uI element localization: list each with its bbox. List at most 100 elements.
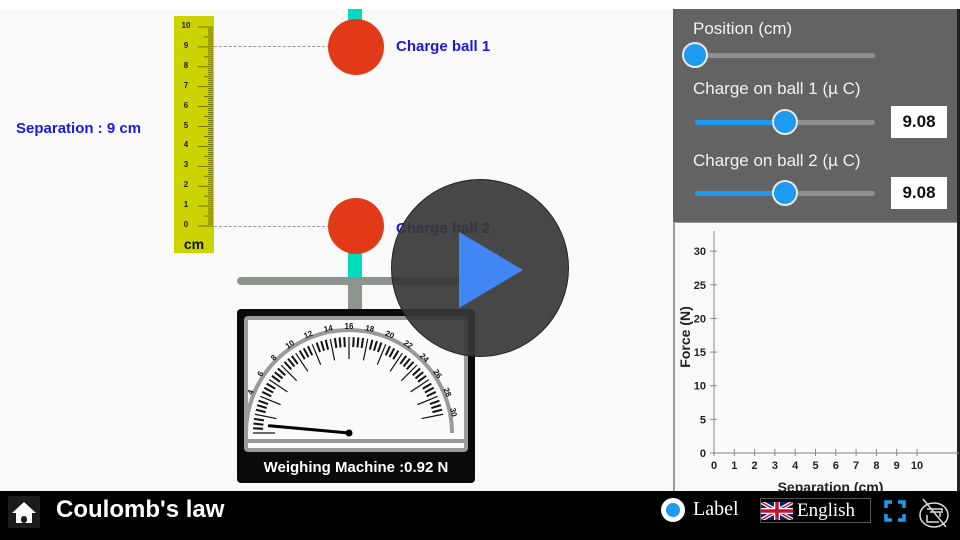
gauge-label: 30 <box>448 407 459 418</box>
ruler-unit: cm <box>183 236 205 252</box>
gauge-tick <box>426 391 437 398</box>
separation-readout: Separation : 9 cm <box>16 120 142 137</box>
gauge-tick <box>424 386 435 394</box>
gauge-tick <box>421 413 444 420</box>
ruler-number: 4 <box>183 140 189 150</box>
gauge-tick <box>333 337 338 349</box>
gauge-tick <box>263 386 274 394</box>
gauge-pivot <box>345 429 353 437</box>
gauge-tick <box>373 340 378 351</box>
gauge-label: 12 <box>302 329 314 341</box>
ruler-number: 5 <box>183 120 189 130</box>
x-tick-label: 0 <box>711 460 717 472</box>
gauge-tick <box>422 382 432 390</box>
y-tick-label: 10 <box>694 381 706 393</box>
gauge-tick <box>287 358 296 368</box>
x-tick-label: 2 <box>752 460 758 472</box>
gauge-tick <box>329 338 336 361</box>
charge1-slider-thumb[interactable] <box>772 109 798 135</box>
x-axis-label: Separation (cm) <box>778 479 884 491</box>
y-tick-label: 0 <box>700 448 706 460</box>
gauge-tick <box>360 337 365 349</box>
gauge-tick <box>291 355 299 365</box>
charge2-slider-thumb[interactable] <box>772 180 798 206</box>
gauge-tick <box>256 404 267 409</box>
hide-overlay-button[interactable] <box>917 496 951 530</box>
language-label: English <box>797 500 856 521</box>
charge-ball-2[interactable] <box>328 198 384 254</box>
position-slider-track[interactable] <box>695 53 875 58</box>
gauge-tick <box>338 337 342 348</box>
uk-flag-icon <box>761 502 793 520</box>
y-tick-label: 5 <box>700 414 706 426</box>
gauge-tick <box>255 408 266 414</box>
gauge-tick <box>417 375 427 383</box>
position-label: Position (cm) <box>693 19 793 38</box>
gauge-tick <box>271 375 281 383</box>
bottom-bar: Coulomb's law Label English <box>0 491 960 540</box>
gauge-tick <box>412 367 421 376</box>
home-button[interactable] <box>8 496 40 528</box>
x-tick-label: 5 <box>812 460 818 472</box>
y-axis-label: Force (N) <box>677 306 693 367</box>
fullscreen-button[interactable] <box>883 499 907 523</box>
x-tick-label: 4 <box>792 460 799 472</box>
ruler-number: 8 <box>183 60 189 70</box>
gauge-tick <box>432 408 443 414</box>
x-tick-label: 6 <box>833 460 839 472</box>
gauge-needle <box>267 424 351 435</box>
gauge-tick <box>384 345 391 356</box>
gauge-tick <box>307 345 314 356</box>
charge1-label: Charge on ball 1 (µ C) <box>693 79 861 98</box>
gauge-tick <box>320 340 325 351</box>
weighing-machine-reading: Weighing Machine :0.92 N <box>263 459 449 476</box>
charge1-value-input[interactable]: 9.08 <box>891 106 947 138</box>
ruler-number: 9 <box>183 40 189 50</box>
label-toggle-radio[interactable] <box>661 498 685 522</box>
gauge-tick <box>266 382 276 390</box>
play-button[interactable] <box>391 179 569 357</box>
gauge-tick <box>368 339 374 350</box>
language-select[interactable]: English <box>760 498 871 523</box>
ruler-number: 0 <box>183 220 189 229</box>
gauge-label: 28 <box>441 386 453 398</box>
ruler-number: 7 <box>183 80 189 90</box>
x-tick-label: 10 <box>911 460 923 472</box>
hide-overlay-icon <box>919 498 949 528</box>
ruler: 0 1 2 3 4 5 6 7 8 9 10 cm <box>174 16 214 253</box>
ruler-ticks <box>198 26 213 227</box>
chart: 0 1 2 3 4 5 6 7 8 9 10 0 5 10 15 20 25 30 Separation (cm) F… <box>677 231 959 491</box>
label-toggle-text[interactable]: Label <box>693 498 739 521</box>
ball1-guide-line <box>214 46 330 47</box>
gauge-tick <box>253 417 265 422</box>
y-tick-label: 25 <box>694 280 706 292</box>
gauge-tick <box>298 350 306 360</box>
app-title: Coulomb's law <box>56 496 225 523</box>
gauge-tick <box>417 395 438 406</box>
charge2-value-input[interactable]: 9.08 <box>891 177 947 209</box>
gauge-tick <box>402 358 411 368</box>
position-slider-thumb[interactable] <box>682 42 708 68</box>
gauge-tick <box>311 344 322 365</box>
ruler-number: 1 <box>183 200 189 210</box>
gauge-tick <box>429 399 440 405</box>
force-separation-graph: 0 1 2 3 4 5 6 7 8 9 10 0 5 10 15 20 25 30 Separation (cm) F… <box>673 222 959 491</box>
gauge-tick <box>254 413 277 420</box>
simulation-stage: 0 1 2 3 4 5 6 7 8 9 10 cm Separation : 9 cm Charge… <box>0 9 960 491</box>
fullscreen-icon <box>884 500 906 522</box>
gauge-tick <box>315 342 321 353</box>
charge2-label: Charge on ball 2 (µ C) <box>693 151 861 170</box>
control-panel: Position (cm) Charge on ball 1 (µ C) 9.0… <box>673 9 957 222</box>
gauge-tick <box>356 337 360 348</box>
y-tick-label: 30 <box>694 246 706 258</box>
charge-ball-1[interactable] <box>328 19 384 75</box>
gauge-tick <box>377 342 383 353</box>
gauge-tick <box>283 361 292 370</box>
gauge-tick <box>261 391 272 398</box>
gauge-tick <box>431 404 442 409</box>
gauge-label: 16 <box>345 322 354 331</box>
y-tick-label: 20 <box>694 313 706 325</box>
gauge-tick <box>277 367 286 376</box>
gauge-tick <box>302 347 310 358</box>
charge-ball-1-label: Charge ball 1 <box>396 38 491 55</box>
